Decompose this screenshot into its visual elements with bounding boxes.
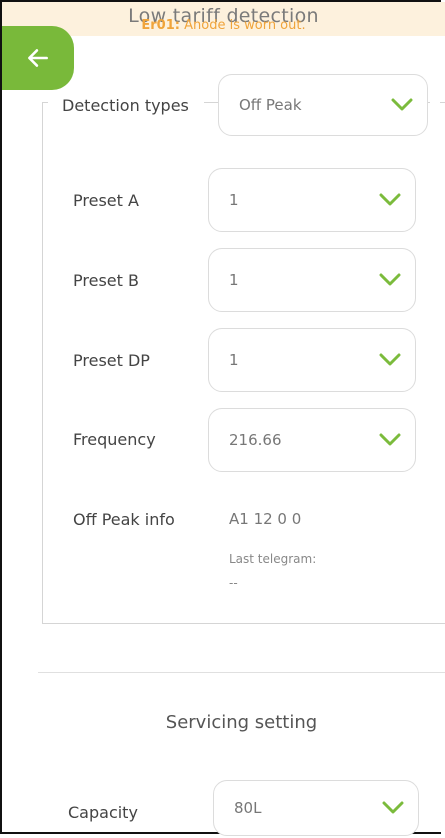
chevron-down-icon <box>379 193 401 206</box>
frequency-label: Frequency <box>73 430 156 449</box>
arrow-left-icon <box>28 49 48 67</box>
detection-types-select[interactable]: Off Peak <box>218 74 428 136</box>
preset-b-value: 1 <box>229 271 239 289</box>
detection-types-label: Detection types <box>62 96 189 115</box>
last-telegram-label: Last telegram: <box>229 552 317 566</box>
off-peak-info-value: A1 12 0 0 <box>229 510 302 528</box>
chevron-down-icon <box>391 98 413 111</box>
preset-a-select[interactable]: 1 <box>208 168 416 232</box>
preset-a-value: 1 <box>229 191 239 209</box>
chevron-down-icon <box>382 801 404 814</box>
chevron-down-icon <box>379 433 401 446</box>
capacity-select[interactable]: 80L <box>213 780 419 836</box>
preset-dp-select[interactable]: 1 <box>208 328 416 392</box>
frequency-select[interactable]: 216.66 <box>208 408 416 472</box>
preset-b-select[interactable]: 1 <box>208 248 416 312</box>
servicing-section-title: Servicing setting <box>165 712 318 733</box>
preset-a-label: Preset A <box>73 191 139 210</box>
detection-types-value: Off Peak <box>239 96 302 114</box>
frequency-value: 216.66 <box>229 431 282 449</box>
preset-dp-label: Preset DP <box>73 351 150 370</box>
back-button[interactable] <box>2 26 74 90</box>
header-bar: Low tariff detection Er01: Anode is worn… <box>2 2 445 36</box>
error-code: Er01: <box>141 18 180 33</box>
preset-dp-value: 1 <box>229 351 239 369</box>
section-divider <box>38 672 445 673</box>
error-banner: Er01: Anode is worn out. <box>2 18 445 34</box>
capacity-label: Capacity <box>68 803 138 822</box>
off-peak-info-label: Off Peak info <box>73 510 175 529</box>
error-message: Anode is worn out. <box>184 18 306 33</box>
chevron-down-icon <box>379 273 401 286</box>
preset-b-label: Preset B <box>73 271 139 290</box>
capacity-value: 80L <box>234 799 262 817</box>
chevron-down-icon <box>379 353 401 366</box>
last-telegram-value: -- <box>229 576 238 590</box>
